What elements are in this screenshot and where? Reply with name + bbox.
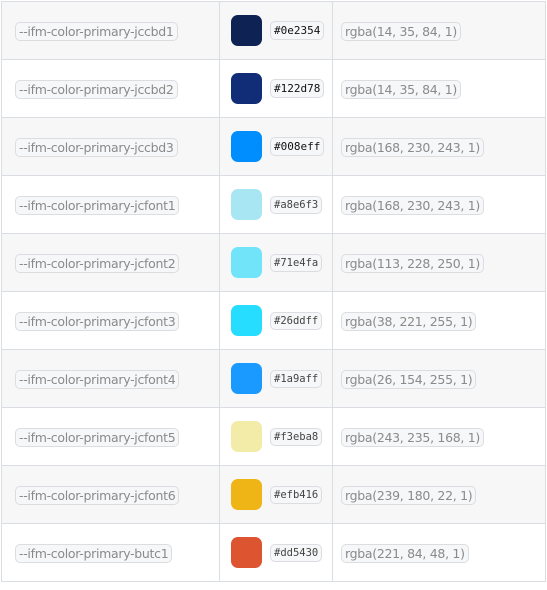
variable-name: --ifm-color-primary-jcfont5 (15, 427, 180, 447)
color-swatch (231, 247, 262, 278)
variable-name: --ifm-color-primary-jcfont2 (15, 253, 180, 273)
color-cell: #dd5430 (219, 523, 333, 582)
hex-code: #71e4fa (270, 253, 323, 272)
variable-cell: --ifm-color-primary-butc1 (1, 523, 220, 582)
variable-cell: --ifm-color-primary-jccbd3 (1, 117, 220, 176)
rgba-cell: rgba(14, 35, 84, 1) (332, 1, 546, 60)
rgba-value: rgba(38, 221, 255, 1) (341, 311, 477, 331)
variable-cell: --ifm-color-primary-jcfont2 (1, 233, 220, 292)
variable-name: --ifm-color-primary-jcfont6 (15, 485, 180, 505)
color-cell: #71e4fa (219, 233, 333, 292)
variable-name: --ifm-color-primary-jcfont1 (15, 195, 180, 215)
rgba-cell: rgba(243, 235, 168, 1) (332, 407, 546, 466)
table-row: --ifm-color-primary-jcfont6 #efb416 rgba… (1, 465, 546, 524)
hex-code: #008eff (270, 137, 325, 156)
variable-cell: --ifm-color-primary-jcfont6 (1, 465, 220, 524)
variable-cell: --ifm-color-primary-jccbd1 (1, 1, 220, 60)
color-cell: #26ddff (219, 291, 333, 350)
rgba-value: rgba(168, 230, 243, 1) (341, 195, 484, 215)
hex-code: #122d78 (270, 79, 325, 98)
color-cell: #008eff (219, 117, 333, 176)
variable-name: --ifm-color-primary-jccbd1 (15, 21, 178, 41)
hex-code: #dd5430 (270, 543, 323, 562)
table-row: --ifm-color-primary-jcfont3 #26ddff rgba… (1, 291, 546, 350)
color-cell: #0e2354 (219, 1, 333, 60)
color-swatch (231, 479, 262, 510)
color-swatch (231, 305, 262, 336)
color-swatch (231, 363, 262, 394)
hex-code: #1a9aff (270, 369, 323, 388)
rgba-value: rgba(14, 35, 84, 1) (341, 21, 462, 41)
rgba-cell: rgba(113, 228, 250, 1) (332, 233, 546, 292)
table-row: --ifm-color-primary-jccbd1 #0e2354 rgba(… (1, 1, 546, 60)
rgba-cell: rgba(38, 221, 255, 1) (332, 291, 546, 350)
rgba-cell: rgba(26, 154, 255, 1) (332, 349, 546, 408)
rgba-value: rgba(26, 154, 255, 1) (341, 369, 477, 389)
rgba-value: rgba(221, 84, 48, 1) (341, 543, 469, 563)
table-row: --ifm-color-primary-jcfont1 #a8e6f3 rgba… (1, 175, 546, 234)
color-cell: #122d78 (219, 59, 333, 118)
color-swatch (231, 537, 262, 568)
color-swatch (231, 73, 262, 104)
rgba-cell: rgba(14, 35, 84, 1) (332, 59, 546, 118)
rgba-cell: rgba(239, 180, 22, 1) (332, 465, 546, 524)
variable-cell: --ifm-color-primary-jcfont1 (1, 175, 220, 234)
color-swatch (231, 421, 262, 452)
color-cell: #efb416 (219, 465, 333, 524)
rgba-value: rgba(168, 230, 243, 1) (341, 137, 484, 157)
hex-code: #a8e6f3 (270, 195, 323, 214)
table-row: --ifm-color-primary-jccbd3 #008eff rgba(… (1, 117, 546, 176)
variable-name: --ifm-color-primary-butc1 (15, 543, 173, 563)
rgba-value: rgba(113, 228, 250, 1) (341, 253, 484, 273)
rgba-cell: rgba(168, 230, 243, 1) (332, 175, 546, 234)
hex-code: #efb416 (270, 485, 323, 504)
variable-name: --ifm-color-primary-jcfont4 (15, 369, 180, 389)
color-cell: #f3eba8 (219, 407, 333, 466)
color-swatch (231, 15, 262, 46)
table-row: --ifm-color-primary-jccbd2 #122d78 rgba(… (1, 59, 546, 118)
table-row: --ifm-color-primary-jcfont5 #f3eba8 rgba… (1, 407, 546, 466)
rgba-cell: rgba(221, 84, 48, 1) (332, 523, 546, 582)
table-row: --ifm-color-primary-jcfont4 #1a9aff rgba… (1, 349, 546, 408)
rgba-value: rgba(239, 180, 22, 1) (341, 485, 477, 505)
hex-code: #0e2354 (270, 21, 325, 40)
table-row: --ifm-color-primary-butc1 #dd5430 rgba(2… (1, 523, 546, 582)
variable-name: --ifm-color-primary-jccbd2 (15, 79, 178, 99)
variable-cell: --ifm-color-primary-jccbd2 (1, 59, 220, 118)
rgba-value: rgba(14, 35, 84, 1) (341, 79, 462, 99)
variable-cell: --ifm-color-primary-jcfont5 (1, 407, 220, 466)
hex-code: #f3eba8 (270, 427, 323, 446)
variable-name: --ifm-color-primary-jcfont3 (15, 311, 180, 331)
color-cell: #1a9aff (219, 349, 333, 408)
table-row: --ifm-color-primary-jcfont2 #71e4fa rgba… (1, 233, 546, 292)
variable-name: --ifm-color-primary-jccbd3 (15, 137, 178, 157)
variable-cell: --ifm-color-primary-jcfont4 (1, 349, 220, 408)
color-cell: #a8e6f3 (219, 175, 333, 234)
hex-code: #26ddff (270, 311, 323, 330)
rgba-cell: rgba(168, 230, 243, 1) (332, 117, 546, 176)
color-swatch (231, 189, 262, 220)
color-swatch (231, 131, 262, 162)
variable-cell: --ifm-color-primary-jcfont3 (1, 291, 220, 350)
rgba-value: rgba(243, 235, 168, 1) (341, 427, 484, 447)
color-variables-table: --ifm-color-primary-jccbd1 #0e2354 rgba(… (1, 1, 546, 582)
